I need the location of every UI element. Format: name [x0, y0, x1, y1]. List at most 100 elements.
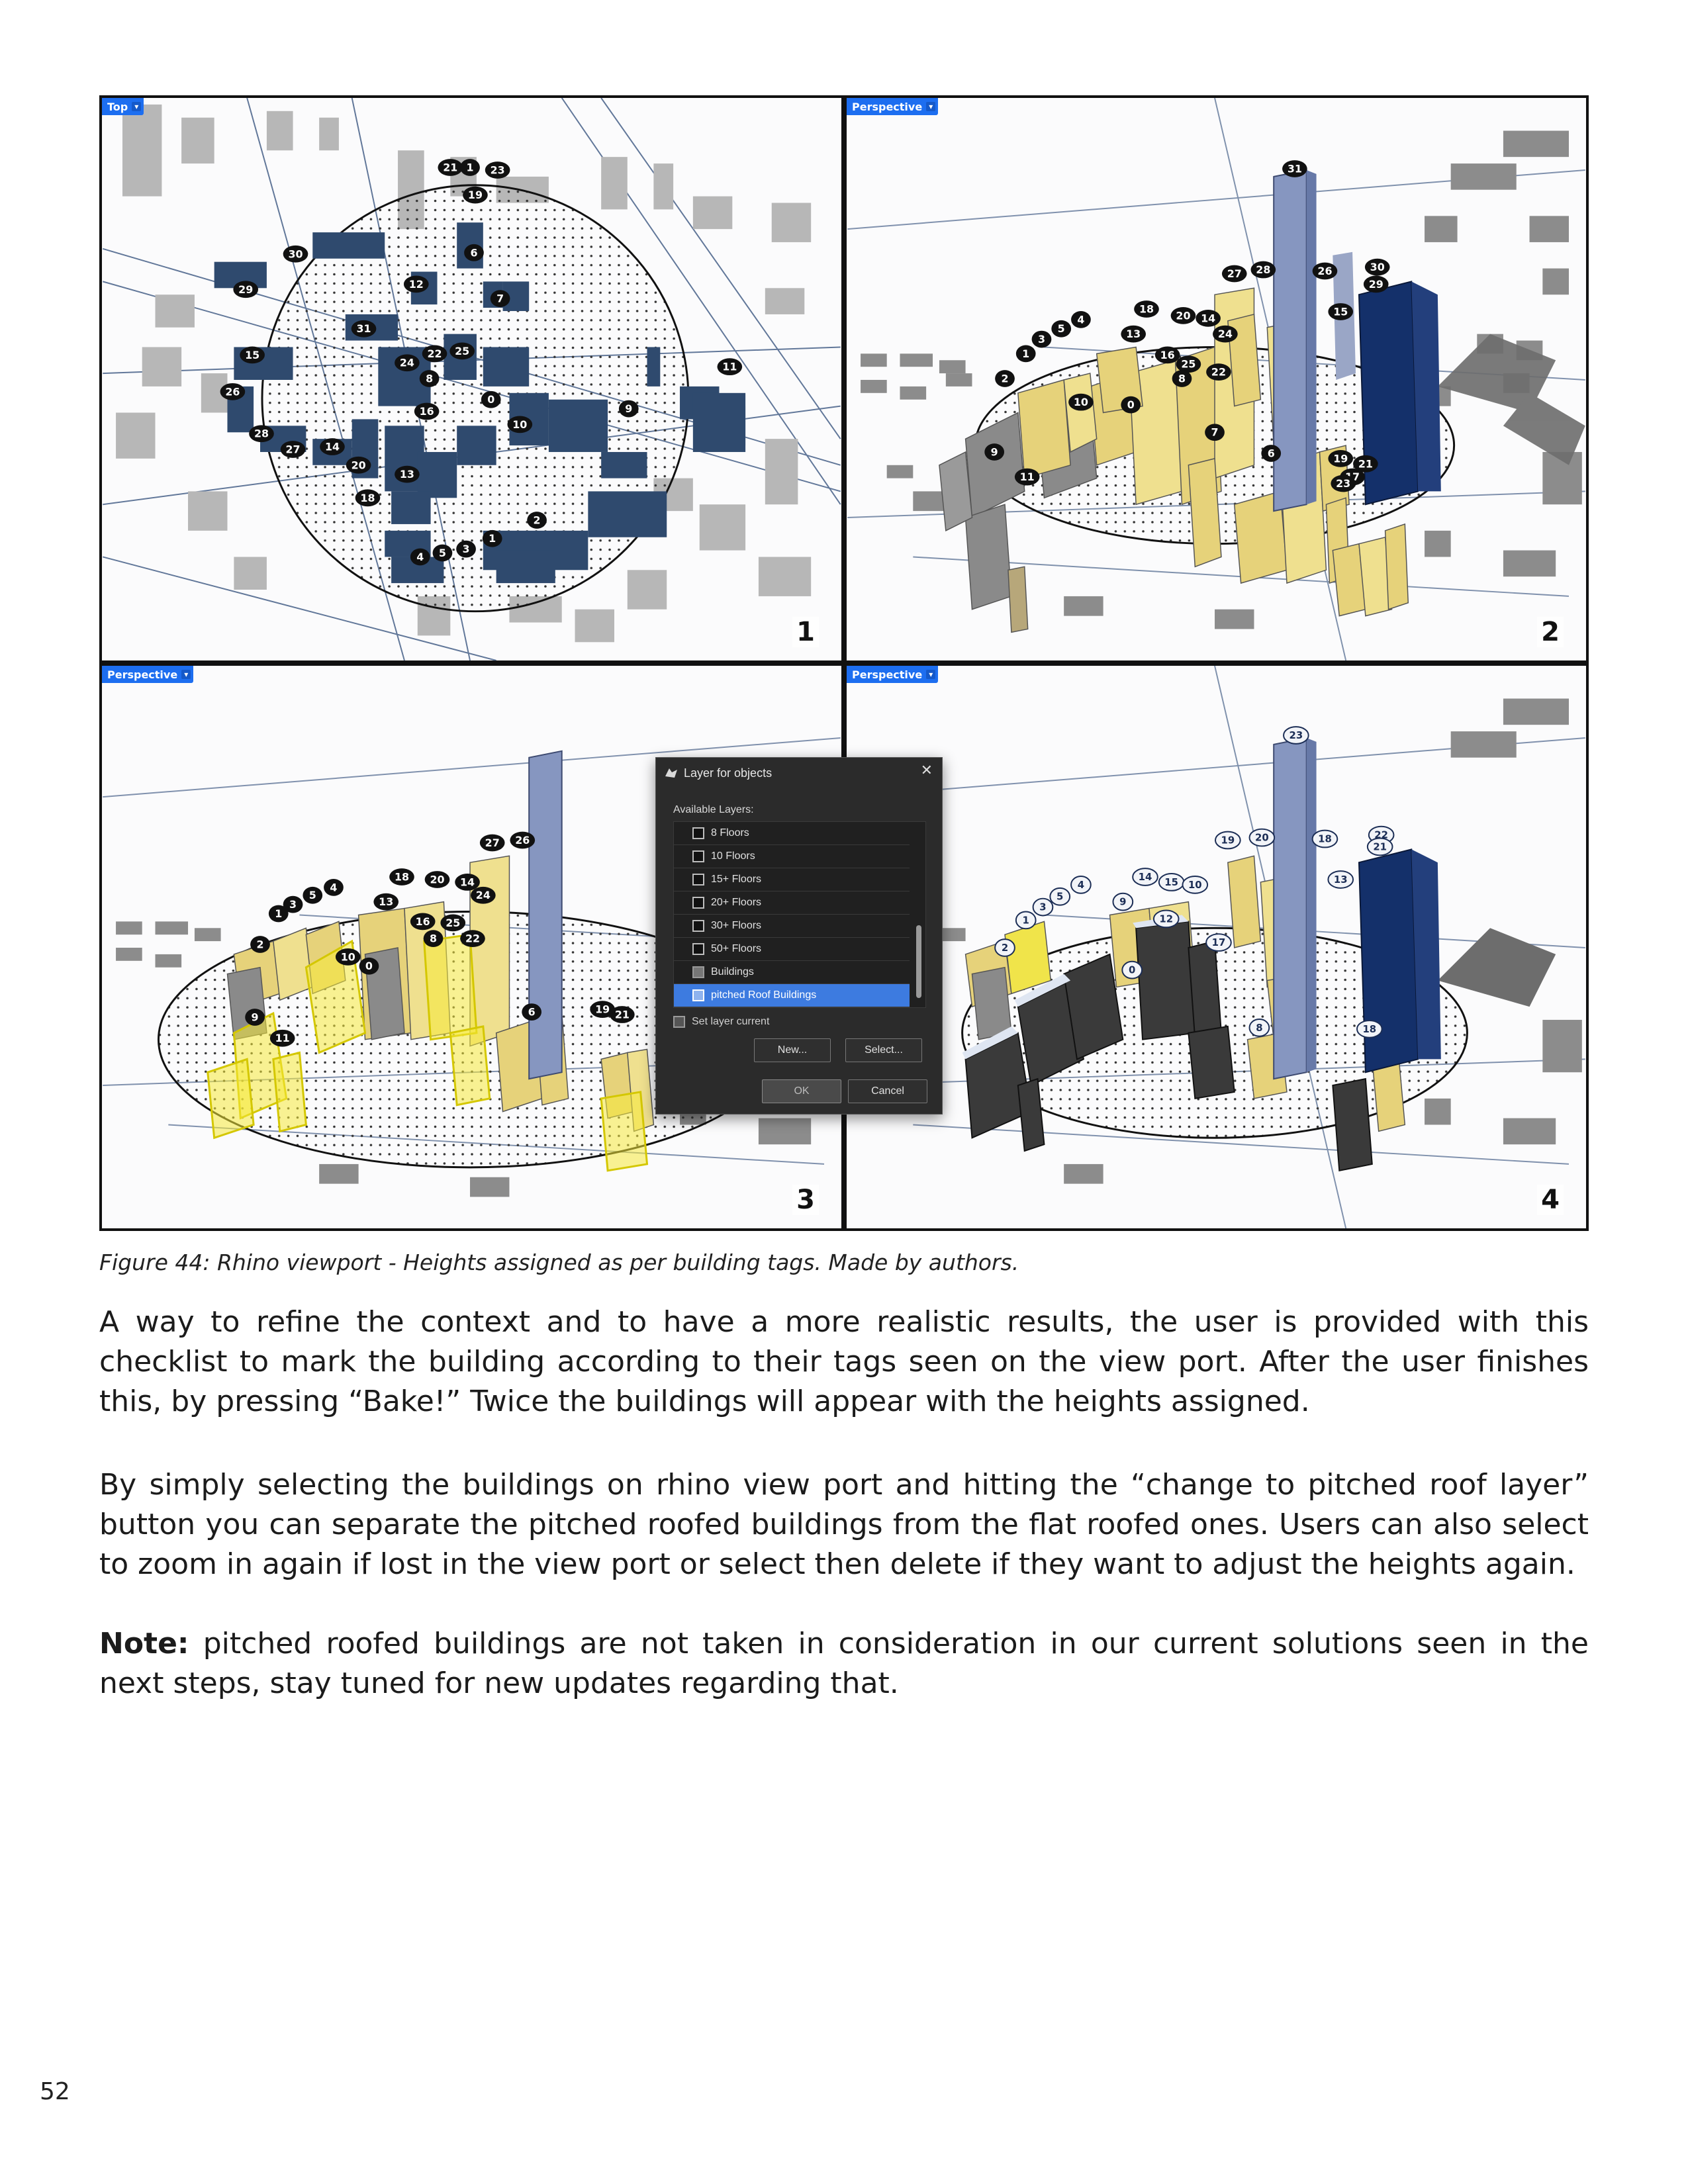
- layer-list[interactable]: 8 Floors 10 Floors 15+ Floors 20+ Floors…: [673, 821, 926, 1008]
- scrollbar[interactable]: [916, 925, 921, 998]
- building-tag: 10: [1182, 876, 1209, 894]
- checkbox[interactable]: [692, 966, 704, 978]
- top-view-map: 21 1 231963029 12731152422 25826016101192827…: [102, 98, 841, 660]
- layer-for-objects-dialog[interactable]: Layer for objects ✕ Available Layers: 8 …: [655, 757, 943, 1115]
- building-tag: 8: [419, 370, 440, 387]
- building-tag-label: 24: [1218, 328, 1233, 340]
- note-label: Note:: [99, 1627, 189, 1661]
- building-tag-label: 5: [1058, 322, 1065, 335]
- building-tag-label: 26: [1317, 265, 1332, 277]
- building-tag-label: 8: [430, 933, 437, 945]
- layer-row[interactable]: Buildings: [674, 961, 910, 984]
- building-tag: 5: [1049, 887, 1071, 906]
- building-tag: 1: [460, 159, 480, 176]
- layer-row[interactable]: 30+ Floors: [674, 915, 910, 938]
- building-tag-label: 11: [722, 361, 737, 373]
- building-tag-label: 27: [485, 837, 500, 849]
- chevron-down-icon[interactable]: ▾: [926, 670, 936, 679]
- chevron-down-icon[interactable]: ▾: [132, 102, 142, 111]
- ok-button[interactable]: OK: [762, 1079, 841, 1103]
- building-tag: 20: [424, 871, 450, 888]
- building-tag-label: 19: [595, 1003, 610, 1016]
- building-tag-label: 15: [1164, 876, 1178, 888]
- viewport-perspective-2[interactable]: 31 27 28 26 30 29 15 18 20 14 13 24 4 5 3 1 16 25 2 8 22 10 0 7…: [844, 95, 1589, 663]
- building-tag: 13: [1327, 870, 1354, 889]
- building-tag-label: 9: [252, 1011, 259, 1024]
- building-tag-label: 24: [476, 889, 491, 901]
- building-tag-label: 28: [1256, 263, 1270, 276]
- cancel-button[interactable]: Cancel: [848, 1079, 927, 1103]
- checkbox[interactable]: [673, 1016, 685, 1028]
- checkbox[interactable]: [692, 920, 704, 932]
- building-tag: 19: [1215, 831, 1241, 850]
- checkbox[interactable]: [692, 989, 704, 1001]
- building-tag-label: 2: [1002, 942, 1008, 954]
- building-tag-label: 25: [455, 345, 469, 357]
- viewport-label-perspective[interactable]: Perspective ▾: [847, 98, 939, 115]
- building-tag-label: 24: [400, 357, 414, 369]
- building-tag-label: 9: [1119, 896, 1126, 908]
- building-tag: 24: [471, 886, 496, 904]
- building-tag: 14: [320, 438, 345, 455]
- building-tag-label: 15: [245, 349, 259, 361]
- building-tag: 0: [359, 957, 379, 975]
- building-tag-label: 4: [330, 881, 337, 893]
- building-tag-label: 8: [1178, 373, 1186, 385]
- building-tag: 27: [280, 441, 306, 458]
- checkbox[interactable]: [692, 827, 704, 839]
- chevron-down-icon[interactable]: ▾: [181, 670, 191, 679]
- viewport-perspective-4[interactable]: 23 19 20 18 22 21 13 4 5 3 1 14 15 10 9 12 17 2 0 8 18 Persp…: [844, 663, 1589, 1231]
- checkbox[interactable]: [692, 850, 704, 862]
- building-tag-label: 20: [430, 873, 444, 886]
- viewport-top[interactable]: 21 1 23 19 6 30 29 12 7 31 15 24 22 25 8 26 0 16 10 11 9 28 27…: [99, 95, 844, 663]
- building-tag: 11: [269, 1029, 295, 1047]
- building-tag-label: 14: [460, 876, 475, 888]
- building-tag-label: 6: [470, 246, 477, 259]
- viewport-label-top[interactable]: Top ▾: [102, 98, 144, 115]
- building-tag: 0: [1121, 396, 1141, 414]
- checkbox[interactable]: [692, 897, 704, 909]
- select-button[interactable]: Select...: [845, 1038, 922, 1062]
- layer-row[interactable]: 15+ Floors: [674, 868, 910, 891]
- layer-row[interactable]: 8 Floors: [674, 822, 910, 845]
- close-icon[interactable]: ✕: [921, 762, 933, 779]
- building-tag: 0: [481, 390, 501, 408]
- building-tag: 22: [460, 930, 485, 947]
- building-tag: 1: [1015, 345, 1036, 363]
- building-tag-label: 26: [515, 834, 530, 846]
- building-tag-label: 25: [1181, 358, 1196, 371]
- set-layer-current-option[interactable]: Set layer current: [673, 1016, 769, 1028]
- building-tag-label: 12: [1159, 913, 1173, 925]
- building-tag-label: 22: [1211, 366, 1226, 379]
- viewport-number: 3: [792, 1185, 819, 1215]
- building-tag-label: 26: [225, 385, 240, 398]
- building-tag: 26: [220, 383, 246, 400]
- building-tag: 19: [1328, 449, 1354, 467]
- building-tag: 22: [1206, 363, 1231, 381]
- layer-row[interactable]: 50+ Floors: [674, 938, 910, 961]
- building-tag: 6: [1261, 445, 1282, 462]
- building-tag-label: 27: [286, 443, 301, 456]
- building-tag-label: 2: [1001, 373, 1008, 385]
- building-tag: 30: [1364, 258, 1390, 276]
- viewport-label-perspective[interactable]: Perspective ▾: [847, 666, 939, 683]
- available-layers-label: Available Layers:: [673, 804, 754, 815]
- checkbox[interactable]: [692, 874, 704, 886]
- viewport-label-perspective[interactable]: Perspective ▾: [102, 666, 194, 683]
- layer-row-selected[interactable]: pitched Roof Buildings: [674, 984, 910, 1007]
- building-tag: 23: [1331, 475, 1356, 492]
- building-tag-label: 9: [625, 402, 632, 415]
- building-tag: 26: [1312, 262, 1338, 280]
- building-tag: 4: [1071, 310, 1091, 328]
- building-tag-label: 0: [365, 960, 373, 972]
- building-tag-label: 9: [991, 445, 998, 458]
- building-tag: 15: [1328, 303, 1354, 320]
- layer-row[interactable]: 20+ Floors: [674, 891, 910, 915]
- building-tag-label: 21: [1373, 841, 1387, 852]
- new-button[interactable]: New...: [754, 1038, 831, 1062]
- layer-row[interactable]: 10 Floors: [674, 845, 910, 868]
- checkbox[interactable]: [692, 943, 704, 955]
- building-tag: 14: [1132, 868, 1158, 886]
- chevron-down-icon[interactable]: ▾: [926, 102, 936, 111]
- building-tag-label: 6: [1268, 447, 1275, 459]
